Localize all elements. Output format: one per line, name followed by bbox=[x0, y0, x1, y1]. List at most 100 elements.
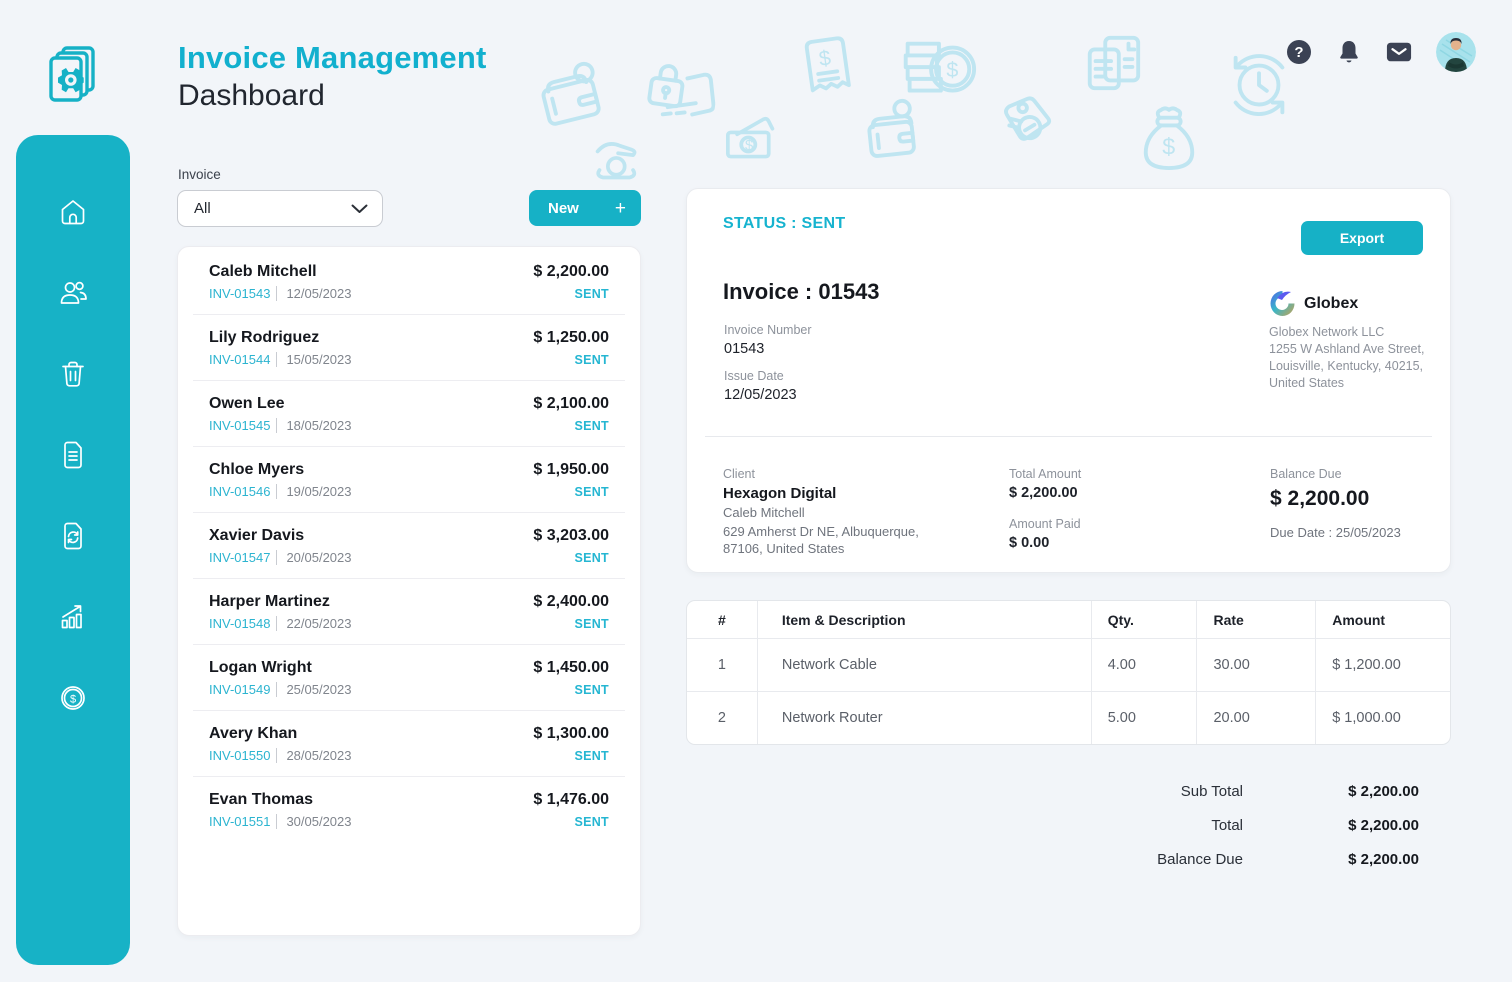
sidebar-item-payments[interactable]: $ bbox=[56, 681, 90, 715]
invoice-amount: $ 3,203.00 bbox=[533, 527, 609, 544]
invoice-status-badge: SENT bbox=[574, 749, 609, 763]
sidebar-item-recurring-invoices[interactable] bbox=[56, 519, 90, 553]
sidebar-item-documents[interactable] bbox=[56, 438, 90, 472]
invoice-list-item[interactable]: Owen Lee $ 2,100.00 INV-01545 18/05/2023 SE… bbox=[193, 381, 625, 447]
items-table-row: 1 Network Cable 4.00 30.00 $ 1,200.00 bbox=[687, 639, 1450, 692]
sidebar-item-clients[interactable] bbox=[56, 276, 90, 310]
invoice-number-link[interactable]: INV-01548 bbox=[209, 616, 270, 631]
invoice-number-link[interactable]: INV-01551 bbox=[209, 814, 270, 829]
sidebar-item-trash[interactable] bbox=[56, 357, 90, 391]
column-header-qty: Qty. bbox=[1091, 601, 1198, 639]
invoice-list-item[interactable]: Logan Wright $ 1,450.00 INV-01549 25/05/20… bbox=[193, 645, 625, 711]
total-value: $ 2,200.00 bbox=[1348, 817, 1419, 834]
item-amount: $ 1,200.00 bbox=[1316, 639, 1450, 692]
amount-paid-label: Amount Paid bbox=[1009, 517, 1081, 531]
invoice-status-badge: SENT bbox=[574, 419, 609, 433]
invoice-client-name: Owen Lee bbox=[209, 395, 285, 412]
item-rate: 20.00 bbox=[1197, 692, 1317, 744]
invoice-amount: $ 1,950.00 bbox=[533, 461, 609, 478]
balance-block: Balance Due $ 2,200.00 Due Date : 25/05/… bbox=[1270, 467, 1401, 540]
tag-doodle-icon bbox=[991, 86, 1062, 159]
balance-due-label: Balance Due bbox=[1270, 467, 1342, 481]
invoice-number-value: 01543 bbox=[724, 341, 765, 357]
sidebar-item-reports[interactable] bbox=[56, 600, 90, 634]
mail-icon[interactable] bbox=[1386, 39, 1412, 65]
invoice-number-link[interactable]: INV-01543 bbox=[209, 286, 270, 301]
invoice-number-link[interactable]: INV-01546 bbox=[209, 484, 270, 499]
invoice-date: 18/05/2023 bbox=[276, 418, 352, 433]
invoice-number-link[interactable]: INV-01545 bbox=[209, 418, 270, 433]
invoice-status-badge: SENT bbox=[574, 551, 609, 565]
invoice-date: 19/05/2023 bbox=[276, 484, 352, 499]
item-index: 2 bbox=[687, 692, 758, 744]
app-title: Invoice Management bbox=[178, 40, 487, 75]
invoice-list-item[interactable]: Harper Martinez $ 2,400.00 INV-01548 22/05… bbox=[193, 579, 625, 645]
title-block: Invoice Management Dashboard bbox=[178, 40, 487, 113]
invoice-detail-title: Invoice : 01543 bbox=[723, 279, 880, 304]
invoice-date: 28/05/2023 bbox=[276, 748, 352, 763]
invoice-filter-select[interactable]: All bbox=[177, 190, 383, 227]
column-header-item: Item & Description bbox=[757, 601, 1092, 639]
invoice-list-item[interactable]: Caleb Mitchell $ 2,200.00 INV-01543 12/05/… bbox=[193, 249, 625, 315]
invoice-date: 12/05/2023 bbox=[276, 286, 352, 301]
svg-text:$: $ bbox=[70, 693, 76, 705]
chevron-down-icon bbox=[351, 204, 368, 214]
coins-doodle-icon: $ bbox=[892, 30, 980, 121]
invoice-status-badge: SENT bbox=[574, 485, 609, 499]
invoice-number-link[interactable]: INV-01547 bbox=[209, 550, 270, 565]
invoice-client-name: Avery Khan bbox=[209, 725, 298, 742]
client-address-line: 87106, United States bbox=[723, 541, 845, 556]
svg-text:$: $ bbox=[745, 138, 754, 154]
invoice-filter-label: Invoice bbox=[178, 167, 221, 182]
total-amount-value: $ 2,200.00 bbox=[1009, 485, 1078, 501]
sidebar-item-home[interactable] bbox=[56, 195, 90, 229]
company-block: Globex Globex Network LLC 1255 W Ashland… bbox=[1269, 289, 1429, 392]
total-label: Total bbox=[1211, 817, 1243, 834]
invoice-status-badge: SENT bbox=[574, 683, 609, 697]
balance-due-row: Balance Due $ 2,200.00 bbox=[1157, 851, 1419, 868]
invoice-date: 20/05/2023 bbox=[276, 550, 352, 565]
item-rate: 30.00 bbox=[1197, 639, 1317, 692]
invoice-list-item[interactable]: Lily Rodriguez $ 1,250.00 INV-01544 15/05/… bbox=[193, 315, 625, 381]
new-invoice-button-label: New bbox=[548, 199, 579, 217]
money-bag-doodle-icon: $ bbox=[1138, 102, 1200, 177]
clock-refresh-doodle-icon bbox=[1222, 48, 1296, 129]
invoice-amount: $ 1,450.00 bbox=[533, 659, 609, 676]
item-description: Network Router bbox=[758, 692, 1092, 744]
item-description: Network Cable bbox=[757, 639, 1092, 692]
divider bbox=[705, 436, 1432, 437]
new-invoice-button[interactable]: New + bbox=[529, 190, 641, 226]
help-icon[interactable]: ? bbox=[1286, 39, 1312, 65]
invoice-client-name: Evan Thomas bbox=[209, 791, 314, 808]
balance-due-total-label: Balance Due bbox=[1157, 851, 1243, 868]
column-header-rate: Rate bbox=[1197, 601, 1317, 639]
plus-icon: + bbox=[614, 197, 626, 219]
total-amount-label: Total Amount bbox=[1009, 467, 1082, 481]
company-address: Globex Network LLC 1255 W Ashland Ave St… bbox=[1269, 324, 1429, 392]
invoice-amount: $ 1,476.00 bbox=[533, 791, 609, 808]
invoice-number-link[interactable]: INV-01549 bbox=[209, 682, 270, 697]
page-title: Dashboard bbox=[178, 79, 325, 112]
invoice-client-name: Logan Wright bbox=[209, 659, 312, 676]
company-address-line: 1255 W Ashland Ave Street, bbox=[1269, 342, 1425, 356]
invoice-list-item[interactable]: Chloe Myers $ 1,950.00 INV-01546 19/05/202… bbox=[193, 447, 625, 513]
company-name: Globex bbox=[1304, 294, 1359, 312]
invoice-list-item[interactable]: Avery Khan $ 1,300.00 INV-01550 28/05/2023… bbox=[193, 711, 625, 777]
export-button[interactable]: Export bbox=[1301, 221, 1423, 255]
invoice-number-link[interactable]: INV-01550 bbox=[209, 748, 270, 763]
invoice-list-item[interactable]: Evan Thomas $ 1,476.00 INV-01551 30/05/202… bbox=[193, 777, 625, 842]
invoice-number-link[interactable]: INV-01544 bbox=[209, 352, 270, 367]
invoice-amount: $ 2,100.00 bbox=[533, 395, 609, 412]
client-block: Client Hexagon Digital Caleb Mitchell 62… bbox=[723, 467, 919, 557]
invoice-client-name: Harper Martinez bbox=[209, 593, 330, 610]
user-avatar[interactable] bbox=[1436, 32, 1476, 72]
invoice-date: 30/05/2023 bbox=[276, 814, 352, 829]
totals-summary: Sub Total $ 2,200.00 Total $ 2,200.00 Ba… bbox=[1157, 783, 1419, 868]
lock-card-doodle-icon bbox=[637, 53, 721, 140]
invoice-list-item[interactable]: Xavier Davis $ 3,203.00 INV-01547 20/05/20… bbox=[193, 513, 625, 579]
item-index: 1 bbox=[687, 639, 758, 692]
invoice-detail-card: STATUS : SENT Export Invoice : 01543 Inv… bbox=[686, 188, 1451, 573]
invoice-amount: $ 2,200.00 bbox=[533, 263, 609, 280]
notifications-bell-icon[interactable] bbox=[1336, 39, 1362, 65]
due-date: Due Date : 25/05/2023 bbox=[1270, 525, 1401, 540]
